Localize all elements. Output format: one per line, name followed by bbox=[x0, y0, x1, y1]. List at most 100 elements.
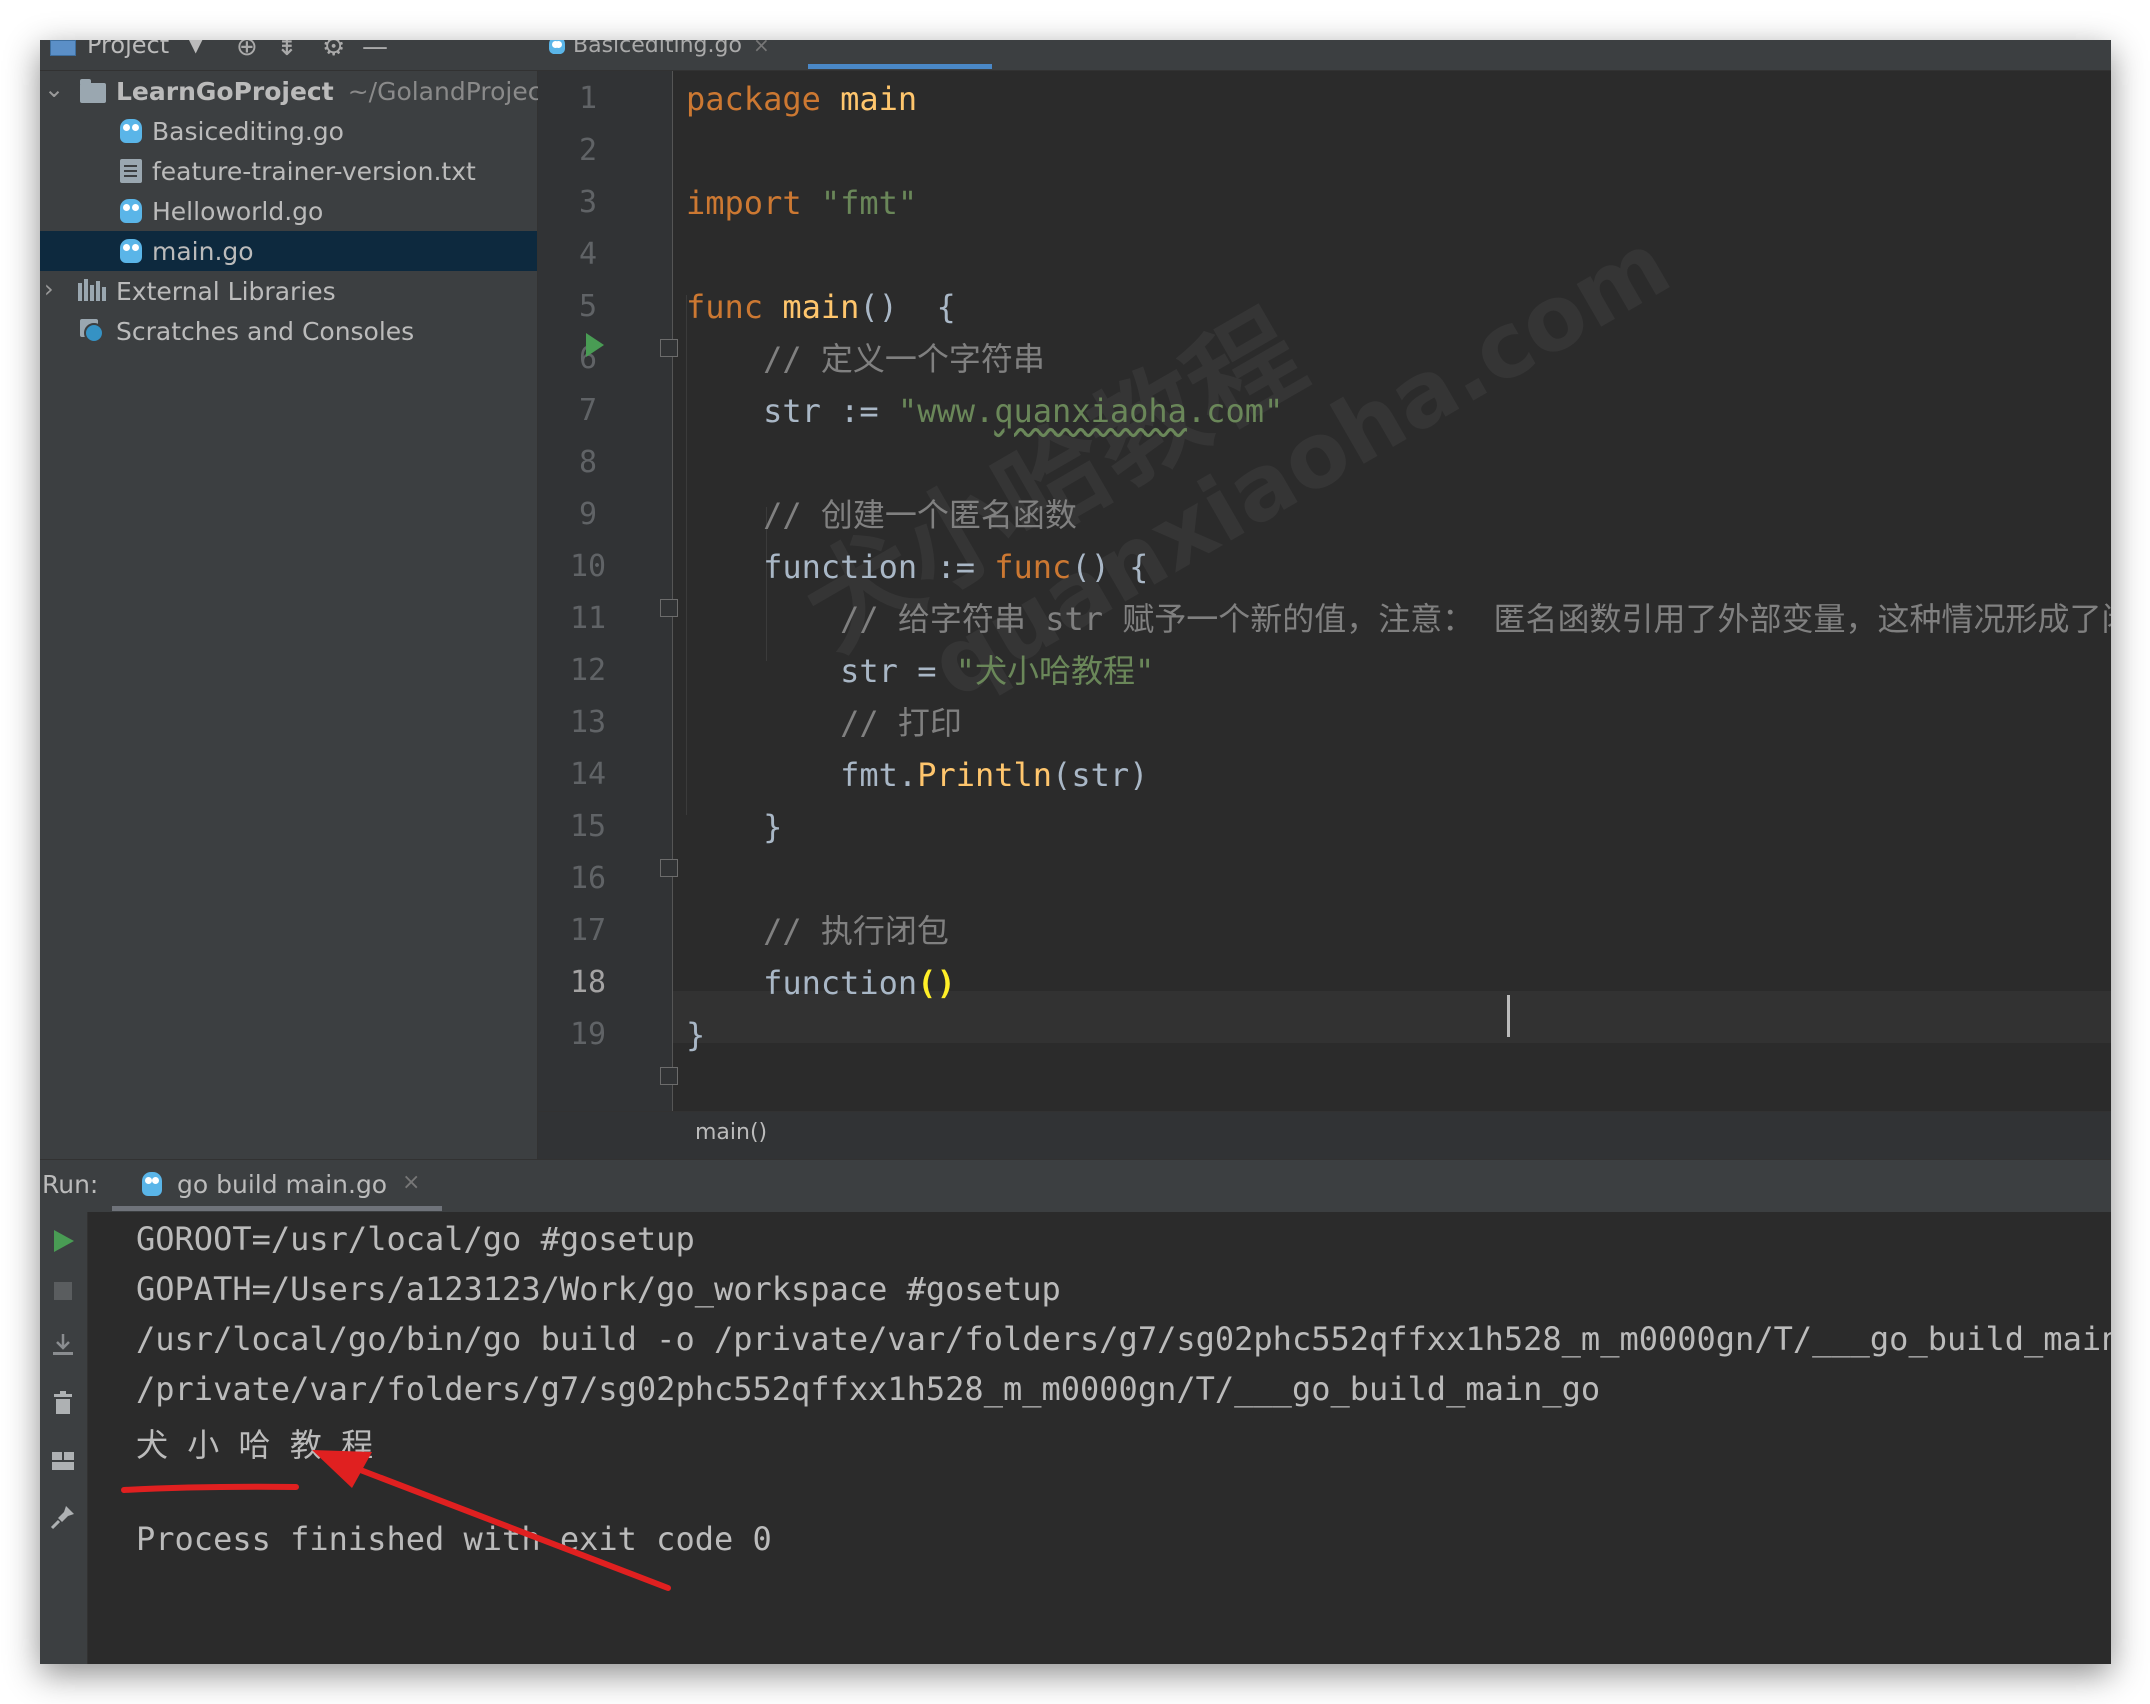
fold-icon[interactable] bbox=[660, 859, 678, 877]
code-line[interactable]: 10 function := func() { bbox=[538, 541, 2111, 593]
folder-icon bbox=[80, 79, 106, 103]
code-token: () { bbox=[859, 288, 956, 326]
code-line[interactable]: 15 } bbox=[538, 801, 2111, 853]
code-line[interactable]: 3 import "fmt" bbox=[538, 177, 2111, 229]
tree-item-scratches[interactable]: Scratches and Consoles bbox=[40, 311, 537, 351]
hide-icon[interactable]: — bbox=[362, 40, 388, 62]
run-console[interactable]: GOROOT=/usr/local/go #gosetup GOPATH=/Us… bbox=[88, 1212, 2111, 1664]
gear-icon[interactable]: ⚙ bbox=[322, 40, 345, 62]
run-title: Run: bbox=[42, 1170, 99, 1199]
tree-item-helloworld[interactable]: Helloworld.go bbox=[40, 191, 537, 231]
console-line: /private/var/folders/g7/sg02phc552qffxx1… bbox=[136, 1370, 1601, 1408]
collapse-all-icon[interactable]: ⇟ bbox=[276, 40, 298, 62]
line-code: str = "犬小哈教程" bbox=[686, 645, 1154, 697]
rerun-icon[interactable] bbox=[50, 1228, 76, 1254]
chevron-down-icon[interactable]: ⌄ bbox=[44, 75, 64, 103]
code-line[interactable]: 18 function() bbox=[538, 957, 2111, 1009]
line-number: 10 bbox=[569, 549, 607, 584]
pin-icon[interactable] bbox=[50, 1504, 76, 1530]
line-code: // 打印 bbox=[686, 697, 962, 749]
code-line[interactable]: 6 // 定义一个字符串 bbox=[538, 333, 2111, 385]
line-number: 12 bbox=[569, 653, 607, 688]
code-token: .com" bbox=[1186, 392, 1284, 430]
code-area[interactable]: 1 package main 2 3 import "fmt" 4 5 func main()… bbox=[538, 71, 2111, 1111]
layout-icon[interactable] bbox=[50, 1448, 76, 1474]
code-line[interactable]: 7 str := "www.quanxiaoha.com" bbox=[538, 385, 2111, 437]
close-icon[interactable]: × bbox=[402, 1170, 420, 1195]
tree-item-basicediting[interactable]: Basicediting.go bbox=[40, 111, 537, 151]
go-file-icon bbox=[142, 1172, 162, 1196]
code-line[interactable]: 17 // 执行闭包 bbox=[538, 905, 2111, 957]
code-line[interactable]: 12 str = "犬小哈教程" bbox=[538, 645, 2111, 697]
code-token: main bbox=[782, 288, 860, 326]
console-exit-line: Process finished with exit code 0 bbox=[136, 1520, 772, 1558]
breadcrumb[interactable]: main() bbox=[695, 1120, 767, 1145]
go-file-icon bbox=[120, 239, 142, 263]
console-line: GOROOT=/usr/local/go #gosetup bbox=[136, 1220, 695, 1258]
code-token: "www. bbox=[897, 392, 995, 430]
code-token: function := bbox=[686, 548, 995, 586]
tree-item-main-go[interactable]: main.go bbox=[40, 231, 537, 271]
code-token: str := bbox=[686, 392, 898, 430]
run-tab[interactable]: go build main.go × bbox=[112, 1160, 442, 1212]
ide-window: Project ▼ ⊕ ⇟ ⚙ — Basicediting.go × ⌄ Le… bbox=[40, 40, 2111, 1664]
fold-icon[interactable] bbox=[660, 339, 678, 357]
code-line[interactable]: 5 func main() { bbox=[538, 281, 2111, 333]
tree-item-feature-trainer[interactable]: feature-trainer-version.txt bbox=[40, 151, 537, 191]
fold-icon[interactable] bbox=[660, 599, 678, 617]
go-file-icon bbox=[549, 40, 565, 54]
code-line[interactable]: 4 bbox=[538, 229, 2111, 281]
chevron-right-icon[interactable]: › bbox=[44, 275, 54, 303]
run-tab-label: go build main.go bbox=[177, 1170, 388, 1199]
code-editor[interactable]: 犬小哈教程 quanxiaoha.com 1 package main 2 3 impo… bbox=[538, 71, 2111, 1160]
code-token: func bbox=[994, 548, 1072, 586]
code-line[interactable]: 14 fmt.Println(str) bbox=[538, 749, 2111, 801]
tree-item-label: feature-trainer-version.txt bbox=[152, 157, 476, 186]
line-number: 2 bbox=[578, 133, 598, 168]
stop-icon[interactable] bbox=[50, 1278, 76, 1304]
tree-item-external-libraries[interactable]: › External Libraries bbox=[40, 271, 537, 311]
line-number: 3 bbox=[578, 185, 598, 220]
code-line[interactable]: 19} bbox=[538, 1009, 2111, 1061]
tab-basicediting[interactable]: Basicediting.go × bbox=[537, 40, 777, 70]
line-number: 13 bbox=[569, 705, 607, 740]
code-line[interactable]: 2 bbox=[538, 125, 2111, 177]
code-line[interactable]: 16 bbox=[538, 853, 2111, 905]
tab-label: Basicediting.go bbox=[573, 40, 742, 58]
code-line[interactable]: 8 bbox=[538, 437, 2111, 489]
tree-item-label: main.go bbox=[152, 237, 254, 266]
code-line[interactable]: 13 // 打印 bbox=[538, 697, 2111, 749]
code-token: func bbox=[686, 288, 764, 326]
code-line[interactable]: 1 package main bbox=[538, 73, 2111, 125]
line-code: // 定义一个字符串 bbox=[686, 333, 1045, 385]
line-number: 18 bbox=[569, 965, 607, 1000]
code-token: quanxiaoha bbox=[994, 392, 1187, 430]
fold-icon[interactable] bbox=[660, 1067, 678, 1085]
editor-tab-bar: Basicediting.go × bbox=[537, 40, 2111, 70]
go-file-icon bbox=[120, 119, 142, 143]
run-toolbar bbox=[40, 1212, 88, 1664]
scroll-to-end-icon[interactable] bbox=[50, 1332, 76, 1358]
line-number: 4 bbox=[578, 237, 598, 272]
project-tool-window-header[interactable]: Project ▼ ⊕ ⇟ ⚙ — bbox=[40, 40, 537, 70]
code-line[interactable]: 9 // 创建一个匿名函数 bbox=[538, 489, 2111, 541]
locate-icon[interactable]: ⊕ bbox=[236, 40, 258, 62]
chevron-down-icon[interactable]: ▼ bbox=[188, 40, 203, 56]
code-token: () bbox=[917, 964, 956, 1002]
trash-icon[interactable] bbox=[50, 1390, 76, 1416]
code-token: (str) bbox=[1052, 756, 1149, 794]
project-view-title[interactable]: Project bbox=[87, 40, 169, 59]
close-icon[interactable]: × bbox=[753, 40, 770, 57]
code-line[interactable]: 11 // 给字符串 str 赋予一个新的值，注意： 匿名函数引用了外部变量，这… bbox=[538, 593, 2111, 645]
run-icon[interactable] bbox=[586, 333, 604, 357]
code-token: import bbox=[686, 184, 802, 222]
tree-item-learngoproject[interactable]: ⌄ LearnGoProject ~/GolandProjec bbox=[40, 71, 541, 111]
console-line: GOPATH=/Users/a123123/Work/go_workspace … bbox=[136, 1270, 1061, 1308]
